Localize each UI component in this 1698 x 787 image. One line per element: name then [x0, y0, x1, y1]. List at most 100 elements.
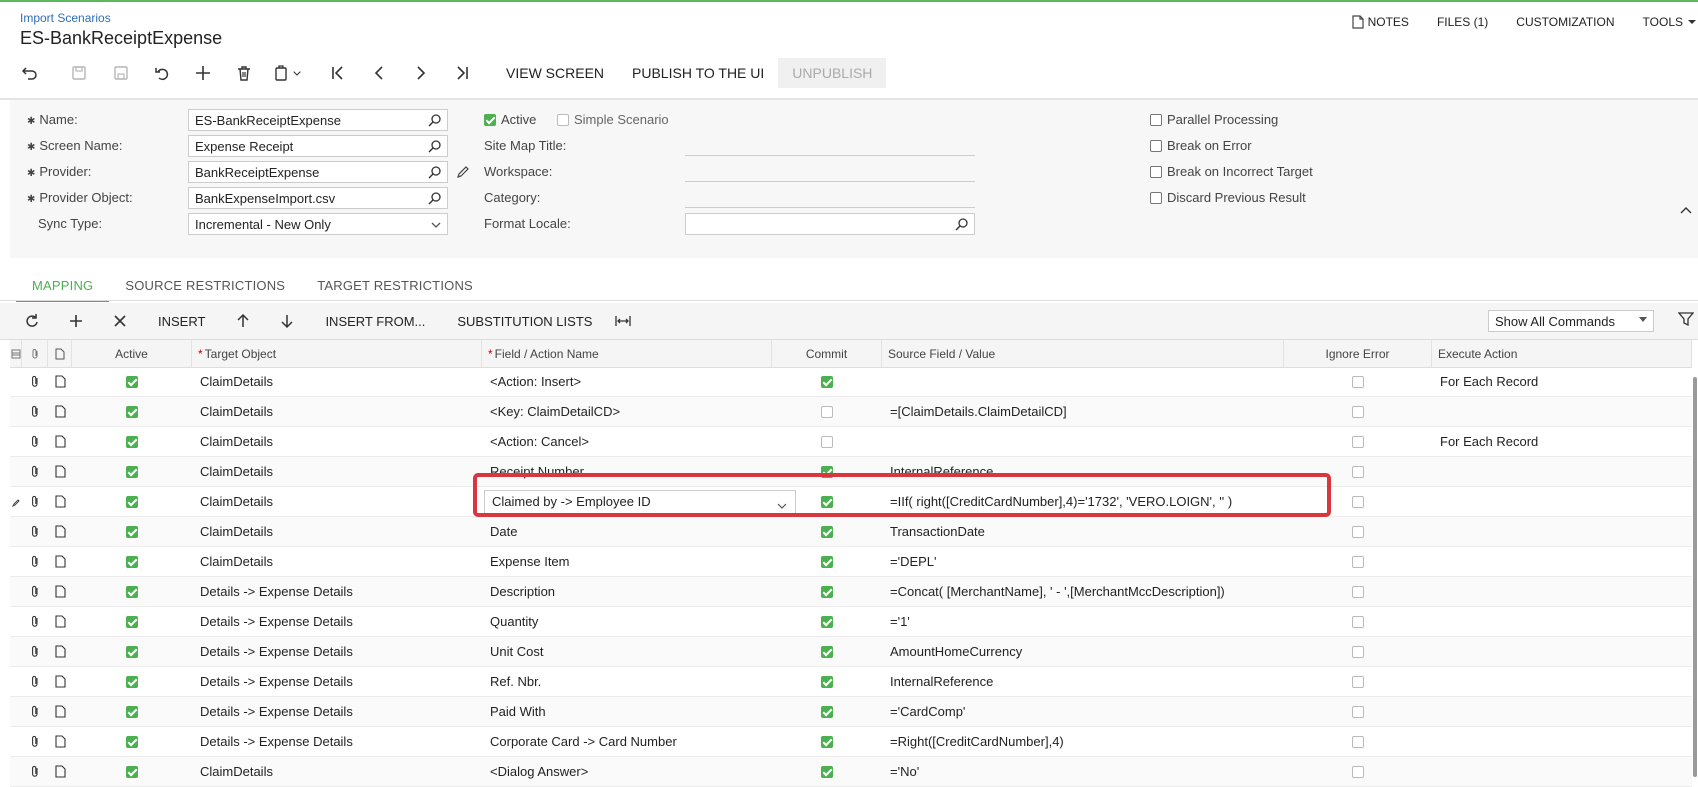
screen-name-field[interactable]: Expense Receipt	[188, 135, 448, 157]
source-field-cell[interactable]: ='DEPL'	[890, 547, 1282, 576]
delete-button[interactable]	[224, 58, 264, 88]
commit-cell[interactable]	[772, 427, 882, 456]
vertical-scrollbar[interactable]	[1692, 367, 1698, 778]
execute-action-cell[interactable]: For Each Record	[1440, 367, 1690, 396]
active-cell[interactable]	[72, 367, 192, 396]
ignore-error-cell[interactable]	[1284, 727, 1432, 756]
commit-cell[interactable]	[772, 517, 882, 546]
breadcrumb[interactable]: Import Scenarios	[20, 11, 111, 25]
active-cell[interactable]	[72, 727, 192, 756]
last-record-button[interactable]	[442, 58, 482, 88]
target-object-cell[interactable]: ClaimDetails	[200, 487, 480, 516]
source-field-cell[interactable]: =Concat( [MerchantName], ' - ',[Merchant…	[890, 577, 1282, 606]
checkbox-icon[interactable]	[1352, 675, 1364, 688]
active-cell[interactable]	[72, 427, 192, 456]
target-object-cell[interactable]: Details -> Expense Details	[200, 697, 480, 726]
source-field-cell[interactable]: ='No'	[890, 757, 1282, 786]
ignore-error-cell[interactable]	[1284, 697, 1432, 726]
ignore-error-cell[interactable]	[1284, 667, 1432, 696]
ignore-error-cell[interactable]	[1284, 397, 1432, 426]
execute-action-cell[interactable]	[1440, 637, 1690, 666]
checkbox-icon[interactable]	[1352, 405, 1364, 418]
checkbox-icon[interactable]	[821, 735, 833, 748]
note-icon[interactable]	[48, 667, 72, 696]
note-icon[interactable]	[48, 517, 72, 546]
checkbox-icon[interactable]	[1352, 735, 1364, 748]
table-row[interactable]: ClaimDetails <Action: Cancel> For Each Rec…	[10, 427, 1692, 457]
commit-cell[interactable]	[772, 397, 882, 426]
publish-button[interactable]: PUBLISH TO THE UI	[618, 58, 778, 88]
ignore-error-cell[interactable]	[1284, 457, 1432, 486]
source-field-cell[interactable]	[890, 427, 1282, 456]
checkbox-icon[interactable]	[126, 675, 138, 688]
checkbox-icon[interactable]	[126, 465, 138, 478]
first-record-button[interactable]	[318, 58, 358, 88]
table-row[interactable]: ClaimDetails <Dialog Answer> ='No'	[10, 757, 1692, 787]
ignore-error-cell[interactable]	[1284, 607, 1432, 636]
undo-button[interactable]	[142, 58, 182, 88]
active-cell[interactable]	[72, 547, 192, 576]
ignore-error-cell[interactable]	[1284, 517, 1432, 546]
table-row[interactable]: ClaimDetails Date TransactionDate	[10, 517, 1692, 547]
note-icon[interactable]	[48, 637, 72, 666]
note-icon[interactable]	[48, 367, 72, 396]
checkbox-icon[interactable]	[821, 705, 833, 718]
source-field-cell[interactable]: ='1'	[890, 607, 1282, 636]
table-row[interactable]: ClaimDetails Expense Item ='DEPL'	[10, 547, 1692, 577]
field-action-cell[interactable]: Ref. Nbr.	[490, 667, 770, 696]
checkbox-icon[interactable]	[821, 615, 833, 628]
table-row[interactable]: Details -> Expense Details Unit Cost Amoun…	[10, 637, 1692, 667]
execute-action-cell[interactable]	[1440, 667, 1690, 696]
checkbox-icon[interactable]	[1352, 705, 1364, 718]
target-object-cell[interactable]: ClaimDetails	[200, 367, 480, 396]
note-icon[interactable]	[48, 427, 72, 456]
execute-action-cell[interactable]	[1440, 547, 1690, 576]
source-field-cell[interactable]: ='CardComp'	[890, 697, 1282, 726]
add-row-button[interactable]	[54, 306, 98, 336]
field-action-dropdown[interactable]: Claimed by -> Employee ID	[484, 490, 796, 514]
table-row[interactable]: Details -> Expense Details Description =Co…	[10, 577, 1692, 607]
note-icon[interactable]	[48, 487, 72, 516]
provider-field[interactable]: BankReceiptExpense	[188, 161, 448, 183]
execute-action-cell[interactable]	[1440, 487, 1690, 516]
table-row[interactable]: Details -> Expense Details Ref. Nbr. Inter…	[10, 667, 1692, 697]
commit-cell[interactable]	[772, 487, 882, 516]
active-cell[interactable]	[72, 457, 192, 486]
source-field-cell[interactable]: InternalReference	[890, 457, 1282, 486]
ignore-error-cell[interactable]	[1284, 577, 1432, 606]
save-close-button[interactable]	[58, 58, 100, 88]
field-action-cell[interactable]: <Key: ClaimDetailCD>	[490, 397, 770, 426]
target-object-cell[interactable]: ClaimDetails	[200, 757, 480, 786]
active-cell[interactable]	[72, 757, 192, 786]
attachment-icon[interactable]	[22, 367, 48, 396]
active-cell[interactable]	[72, 577, 192, 606]
checkbox-icon[interactable]	[126, 585, 138, 598]
checkbox-icon[interactable]	[126, 615, 138, 628]
checkbox-icon[interactable]	[126, 765, 138, 778]
unpublish-button[interactable]: UNPUBLISH	[778, 58, 887, 88]
pencil-icon[interactable]	[456, 165, 470, 179]
attachment-icon[interactable]	[22, 637, 48, 666]
attachment-icon[interactable]	[22, 487, 48, 516]
substitution-lists-button[interactable]: SUBSTITUTION LISTS	[441, 306, 608, 336]
target-object-cell[interactable]: ClaimDetails	[200, 457, 480, 486]
commit-cell[interactable]	[772, 577, 882, 606]
ignore-error-column-header[interactable]: Ignore Error	[1284, 340, 1432, 367]
source-field-cell[interactable]: TransactionDate	[890, 517, 1282, 546]
save-button[interactable]	[100, 58, 142, 88]
previous-record-button[interactable]	[358, 58, 400, 88]
provider-object-field[interactable]: BankExpenseImport.csv	[188, 187, 448, 209]
execute-action-cell[interactable]	[1440, 517, 1690, 546]
checkbox-icon[interactable]	[126, 555, 138, 568]
ignore-error-cell[interactable]	[1284, 547, 1432, 576]
source-field-cell[interactable]: =[ClaimDetails.ClaimDetailCD]	[890, 397, 1282, 426]
break-on-error-checkbox[interactable]: Break on Error	[1150, 138, 1252, 153]
commit-cell[interactable]	[772, 607, 882, 636]
active-cell[interactable]	[72, 607, 192, 636]
checkbox-icon[interactable]	[821, 465, 833, 478]
target-object-cell[interactable]: ClaimDetails	[200, 547, 480, 576]
field-action-column-header[interactable]: * Field / Action Name	[482, 340, 772, 367]
source-field-column-header[interactable]: Source Field / Value	[882, 340, 1284, 367]
search-icon[interactable]	[428, 139, 442, 153]
target-object-cell[interactable]: ClaimDetails	[200, 427, 480, 456]
